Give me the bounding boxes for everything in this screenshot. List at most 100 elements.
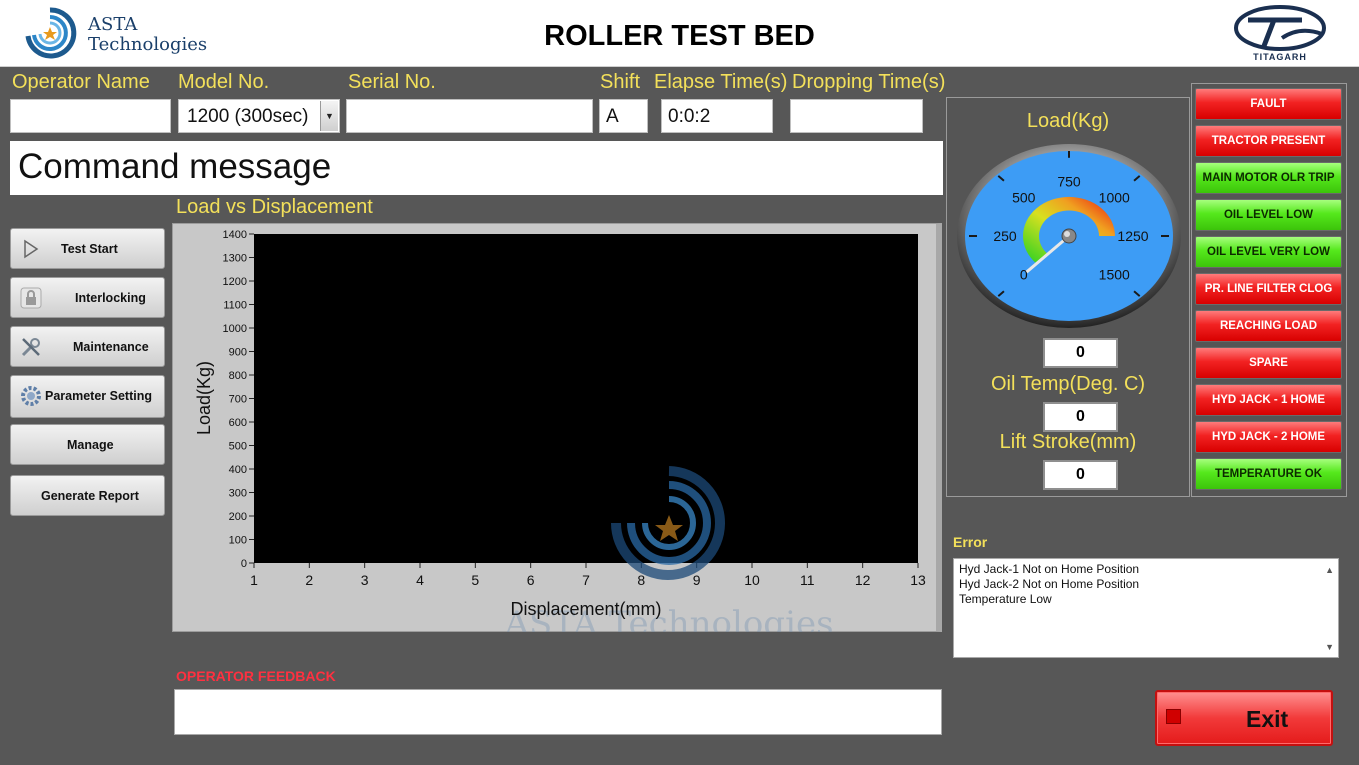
serial-no-label: Serial No. [348, 71, 436, 93]
model-no-value: 1200 (300sec) [187, 106, 309, 127]
y-tick-label: 900 [229, 347, 247, 359]
scroll-down-icon[interactable]: ▼ [1325, 640, 1334, 655]
x-tick-label: 13 [910, 572, 926, 588]
chart-title: Load vs Displacement [176, 196, 373, 218]
y-tick-label: 100 [229, 535, 247, 547]
x-tick-label: 9 [693, 572, 701, 588]
operator-feedback-field[interactable] [174, 689, 942, 735]
x-tick-label: 6 [527, 572, 535, 588]
y-tick-label: 1000 [223, 323, 247, 335]
status-hyd-jack-2-home: HYD JACK - 2 HOME [1195, 421, 1342, 453]
interlocking-label: Interlocking [75, 291, 146, 305]
titagarh-logo-text: TITAGARH [1253, 52, 1307, 62]
load-gauge: 0 250 500 750 1000 1250 1500 [957, 144, 1181, 328]
lock-icon [20, 287, 42, 309]
y-tick-label: 600 [229, 417, 247, 429]
serial-no-field[interactable] [346, 99, 593, 133]
load-displacement-chart: 0 100 200 300 400 500 600 700 800 900 1000 1100 1200… [194, 229, 926, 632]
x-tick-label: 5 [471, 572, 479, 588]
x-tick-label: 10 [744, 572, 760, 588]
x-tick-label: 12 [855, 572, 871, 588]
plot-area [254, 234, 918, 563]
stop-icon [1166, 709, 1181, 724]
x-tick-label: 3 [361, 572, 369, 588]
maintenance-label: Maintenance [73, 340, 149, 354]
y-tick-label: 500 [229, 441, 247, 453]
oil-temp-readout: 0 [1043, 402, 1118, 432]
model-no-select[interactable]: 1200 (300sec) ▼ [178, 99, 340, 133]
y-tick-label: 1300 [223, 253, 247, 265]
parameter-setting-button[interactable]: Parameter Setting [10, 375, 165, 418]
error-message: Temperature Low [959, 592, 1052, 606]
x-tick-label: 7 [582, 572, 590, 588]
elapse-time-field: 0:0:2 [661, 99, 773, 133]
lift-stroke-readout: 0 [1043, 460, 1118, 490]
y-tick-label: 200 [229, 511, 247, 523]
status-oil-level-low: OIL LEVEL LOW [1195, 199, 1342, 231]
command-message: Command message [10, 141, 943, 195]
x-tick-label: 4 [416, 572, 424, 588]
gauge-tick-label: 0 [1020, 266, 1028, 282]
maintenance-button[interactable]: Maintenance [10, 326, 165, 367]
operator-name-label: Operator Name [12, 71, 150, 93]
gauge-tick-label: 1500 [1099, 266, 1130, 282]
status-tractor-present: TRACTOR PRESENT [1195, 125, 1342, 157]
elapse-time-label: Elapse Time(s) [654, 71, 788, 93]
error-message: Hyd Jack-2 Not on Home Position [959, 577, 1140, 591]
operator-name-field[interactable] [10, 99, 171, 133]
gauge-tick-label: 750 [1057, 174, 1081, 190]
interlocking-button[interactable]: Interlocking [10, 277, 165, 318]
exit-label: Exit [1246, 706, 1289, 732]
exit-button[interactable] [1155, 690, 1333, 746]
manage-label: Manage [67, 438, 114, 452]
dropping-time-label: Dropping Time(s) [792, 71, 946, 93]
generate-report-button[interactable]: Generate Report [10, 475, 165, 516]
y-tick-label: 400 [229, 464, 247, 476]
x-tick-label: 1 [250, 572, 258, 588]
gear-icon [21, 386, 41, 406]
x-axis-label: Displacement(mm) [510, 599, 661, 619]
error-list[interactable]: Hyd Jack-1 Not on Home Position Hyd Jack… [953, 558, 1339, 658]
status-main-motor-olr-trip: MAIN MOTOR OLR TRIP [1195, 162, 1342, 194]
manage-button[interactable]: Manage [10, 424, 165, 465]
error-label: Error [953, 534, 988, 550]
error-message: Hyd Jack-1 Not on Home Position [959, 562, 1140, 576]
chevron-down-icon[interactable]: ▼ [320, 101, 338, 131]
model-no-label: Model No. [178, 71, 270, 93]
status-oil-level-very-low: OIL LEVEL VERY LOW [1195, 236, 1342, 268]
status-temperature-ok: TEMPERATURE OK [1195, 458, 1342, 490]
x-tick-label: 11 [800, 572, 815, 588]
y-tick-label: 1100 [223, 300, 247, 312]
y-tick-label: 700 [229, 394, 247, 406]
tools-icon [21, 338, 40, 357]
generate-report-label: Generate Report [41, 489, 139, 503]
status-fault: FAULT [1195, 88, 1342, 120]
y-tick-label: 800 [229, 370, 247, 382]
status-reaching-load: REACHING LOAD [1195, 310, 1342, 342]
shift-field[interactable]: A [599, 99, 648, 133]
play-icon [24, 239, 39, 259]
load-readout: 0 [1043, 338, 1118, 368]
oil-temp-label: Oil Temp(Deg. C) [990, 373, 1146, 395]
status-spare: SPARE [1195, 347, 1342, 379]
x-tick-label: 2 [305, 572, 313, 588]
y-tick-label: 0 [241, 558, 247, 570]
test-start-button[interactable]: Test Start [10, 228, 165, 269]
operator-feedback-label: OPERATOR FEEDBACK [176, 668, 336, 684]
gauge-label: Load(Kg) [1026, 110, 1110, 132]
y-tick-label: 1200 [223, 276, 247, 288]
gauge-tick-label: 1000 [1099, 190, 1130, 206]
gauge-tick-label: 250 [993, 228, 1017, 244]
status-pr-line-filter-clog: PR. LINE FILTER CLOG [1195, 273, 1342, 305]
test-start-label: Test Start [61, 242, 118, 256]
status-hyd-jack-1-home: HYD JACK - 1 HOME [1195, 384, 1342, 416]
scroll-up-icon[interactable]: ▲ [1325, 563, 1334, 578]
lift-stroke-label: Lift Stroke(mm) [999, 431, 1137, 453]
gauge-tick-label: 500 [1012, 190, 1036, 206]
shift-label: Shift [600, 71, 641, 93]
page-title: ROLLER TEST BED [544, 20, 815, 52]
gauge-tick-label: 1250 [1117, 228, 1148, 244]
y-tick-label: 300 [229, 488, 247, 500]
y-axis-label: Load(Kg) [194, 361, 214, 435]
y-tick-label: 1400 [223, 229, 247, 241]
